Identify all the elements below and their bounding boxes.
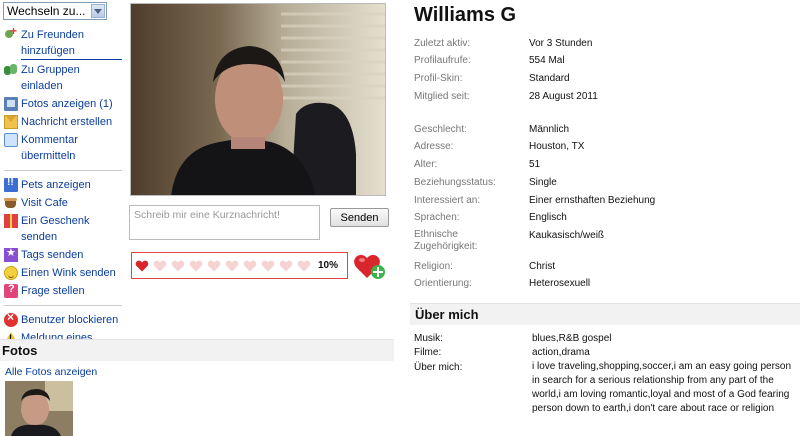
music-value: blues,R&B gospel bbox=[532, 333, 612, 344]
about-me-value: i love traveling,shopping,soccer,i am an… bbox=[532, 361, 792, 414]
profile-name: Williams G bbox=[414, 4, 517, 26]
question-icon bbox=[4, 283, 18, 298]
send-wink-link[interactable]: Einen Wink senden bbox=[4, 265, 122, 281]
group-icon bbox=[4, 63, 18, 77]
thumbnail-portrait-image bbox=[5, 381, 73, 436]
rating-percent: 10% bbox=[318, 260, 339, 271]
age-value: 51 bbox=[529, 159, 541, 170]
cafe-icon bbox=[4, 196, 18, 210]
block-icon bbox=[4, 310, 18, 327]
interested-in-label: Interessiert an: bbox=[414, 195, 481, 206]
movies-label: Filme: bbox=[414, 347, 442, 358]
block-user-link[interactable]: Benutzer blockieren bbox=[4, 310, 122, 328]
heart-empty-icon[interactable] bbox=[189, 259, 203, 273]
ethnicity-label: Ethnische Zugehörigkeit: bbox=[414, 229, 478, 252]
compose-message-label: Nachricht erstellen bbox=[21, 116, 113, 128]
tag-icon bbox=[4, 246, 18, 262]
gift-icon bbox=[4, 214, 18, 228]
add-friend-icon bbox=[4, 24, 18, 42]
profile-views-label: Profilaufrufe: bbox=[414, 55, 471, 66]
heart-empty-icon[interactable] bbox=[279, 259, 293, 273]
music-label: Musik: bbox=[414, 333, 443, 344]
profile-actions: Zu Freunden hinzufügen Zu Gruppen einlad… bbox=[4, 24, 122, 364]
member-since-value: 28 August 2011 bbox=[529, 91, 598, 102]
photo-icon bbox=[4, 97, 18, 111]
invite-to-groups-link[interactable]: Zu Gruppen einladen bbox=[4, 62, 122, 94]
about-me-label: Über mich: bbox=[414, 362, 463, 373]
profile-skin-label: Profil-Skin: bbox=[414, 73, 463, 84]
view-pets-link[interactable]: Pets anzeigen bbox=[4, 177, 122, 193]
view-photos-label: Fotos anzeigen (1) bbox=[21, 98, 113, 110]
view-photos-link[interactable]: Fotos anzeigen (1) bbox=[4, 96, 122, 112]
send-gift-label: Ein Geschenk senden bbox=[21, 215, 90, 243]
mail-icon bbox=[4, 115, 18, 129]
address-label: Adresse: bbox=[414, 141, 454, 152]
orientation-label: Orientierung: bbox=[414, 278, 472, 289]
comment-icon bbox=[4, 133, 18, 147]
heart-filled-icon[interactable] bbox=[135, 259, 149, 273]
send-tags-link[interactable]: Tags senden bbox=[4, 246, 122, 263]
add-heart-icon[interactable] bbox=[353, 252, 385, 280]
heart-empty-icon[interactable] bbox=[297, 259, 311, 273]
send-tags-label: Tags senden bbox=[21, 249, 84, 261]
heart-empty-icon[interactable] bbox=[207, 259, 221, 273]
relationship-status-label: Beziehungsstatus: bbox=[414, 177, 496, 188]
heart-empty-icon[interactable] bbox=[261, 259, 275, 273]
send-button[interactable]: Senden bbox=[330, 208, 389, 227]
divider bbox=[4, 170, 122, 171]
add-friend-label: Zu Freunden hinzufügen bbox=[21, 27, 122, 60]
divider bbox=[4, 305, 122, 306]
age-label: Alter: bbox=[414, 159, 438, 170]
chevron-down-icon[interactable] bbox=[91, 4, 105, 18]
interested-in-value: Einer ernsthaften Beziehung bbox=[529, 195, 656, 206]
profile-photo[interactable] bbox=[130, 3, 386, 196]
orientation-value: Heterosexuell bbox=[529, 278, 591, 289]
religion-value: Christ bbox=[529, 261, 556, 272]
switch-to-value: Wechseln zu... bbox=[7, 4, 86, 18]
heart-empty-icon[interactable] bbox=[171, 259, 185, 273]
profile-portrait-image bbox=[131, 4, 385, 195]
languages-value: Englisch bbox=[529, 212, 567, 223]
last-active-value: Vor 3 Stunden bbox=[529, 38, 593, 49]
rating-hearts[interactable]: 10% bbox=[131, 252, 348, 279]
heart-empty-icon[interactable] bbox=[225, 259, 239, 273]
add-friend-link[interactable]: Zu Freunden hinzufügen bbox=[4, 24, 122, 60]
heart-empty-icon[interactable] bbox=[243, 259, 257, 273]
ethnicity-value: Kaukasisch/weiß bbox=[529, 230, 605, 241]
member-since-label: Mitglied seit: bbox=[414, 91, 470, 102]
submit-comment-link[interactable]: Kommentar übermitteln bbox=[4, 132, 122, 164]
block-user-label: Benutzer blockieren bbox=[21, 314, 119, 326]
short-message-input[interactable]: Schreib mir eine Kurznachricht! bbox=[129, 205, 320, 240]
all-photos-link[interactable]: Alle Fotos anzeigen bbox=[5, 366, 97, 378]
submit-comment-label: Kommentar übermitteln bbox=[21, 134, 78, 162]
about-me-section-title: Über mich bbox=[410, 303, 800, 325]
last-active-label: Zuletzt aktiv: bbox=[414, 38, 471, 49]
profile-views-value: 554 Mal bbox=[529, 55, 565, 66]
send-gift-link[interactable]: Ein Geschenk senden bbox=[4, 213, 122, 245]
send-wink-label: Einen Wink senden bbox=[21, 267, 116, 279]
switch-to-select[interactable]: Wechseln zu... bbox=[3, 2, 107, 20]
visit-cafe-label: Visit Cafe bbox=[21, 197, 68, 209]
visit-cafe-link[interactable]: Visit Cafe bbox=[4, 195, 122, 211]
photo-thumbnail[interactable] bbox=[5, 381, 73, 436]
languages-label: Sprachen: bbox=[414, 212, 460, 223]
invite-to-groups-label: Zu Gruppen einladen bbox=[21, 64, 80, 92]
gender-label: Geschlecht: bbox=[414, 124, 467, 135]
compose-message-link[interactable]: Nachricht erstellen bbox=[4, 114, 122, 130]
heart-empty-icon[interactable] bbox=[153, 259, 167, 273]
religion-label: Religion: bbox=[414, 261, 453, 272]
address-value: Houston, TX bbox=[529, 141, 585, 152]
movies-value: action,drama bbox=[532, 347, 590, 358]
view-pets-label: Pets anzeigen bbox=[21, 179, 91, 191]
relationship-status-value: Single bbox=[529, 177, 557, 188]
wink-icon bbox=[4, 266, 18, 280]
pets-icon bbox=[4, 177, 18, 192]
ask-question-link[interactable]: Frage stellen bbox=[4, 283, 122, 299]
photos-section-title: Fotos bbox=[0, 339, 394, 361]
profile-skin-value: Standard bbox=[529, 73, 570, 84]
gender-value: Männlich bbox=[529, 124, 570, 135]
ask-question-label: Frage stellen bbox=[21, 285, 85, 297]
